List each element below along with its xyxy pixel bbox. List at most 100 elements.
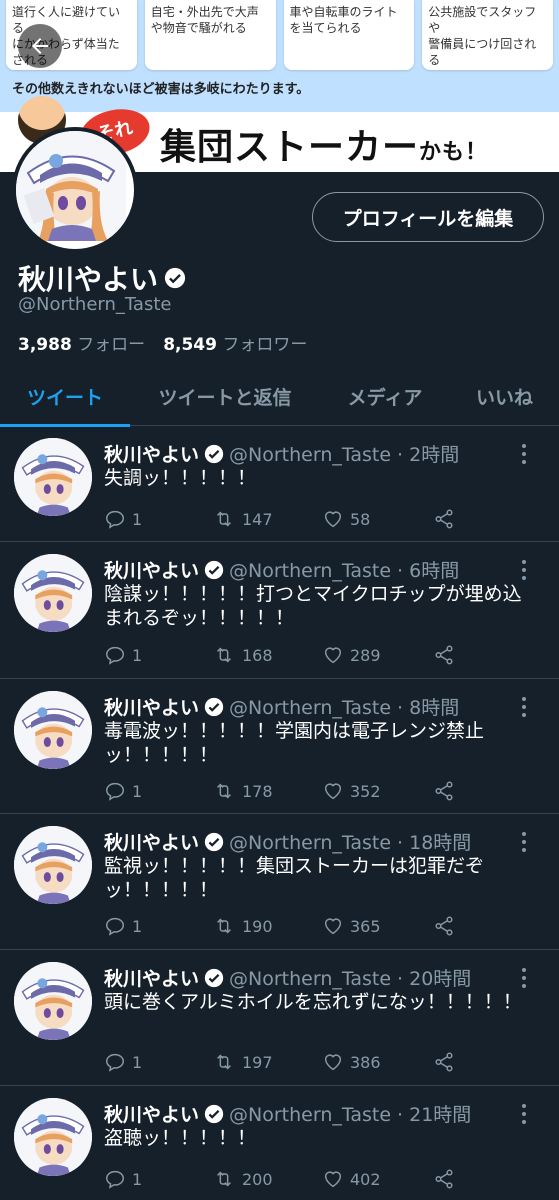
tab-tweets-and-replies[interactable]: ツイートと返信 [130,366,320,426]
retweet-count: 197 [242,1052,273,1072]
reply-count: 1 [132,645,143,665]
tweet-author-name[interactable]: 秋川やよい [104,828,199,855]
banner-card: 車や自転車のライト を当てられる [283,0,415,70]
tweet-actions: 1 147 58 [104,506,524,532]
retweet-icon [217,1054,231,1070]
like-count: 386 [350,1052,381,1072]
reply-button[interactable]: 1 [104,780,212,802]
tweet-text: 盗聴ッ！！！！！ [104,1127,257,1149]
tweet-header: 秋川やよい @Northern_Taste · 6時間 [104,556,459,583]
share-button[interactable] [432,780,456,802]
retweet-button[interactable]: 178 [212,780,322,802]
avatar-illustration [14,554,92,632]
reply-button[interactable]: 1 [104,1168,212,1190]
like-count: 402 [350,1169,381,1189]
tweet-text: 監視ッ！！！！！集団ストーカーは犯罪だぞッ！！！！！ [104,855,485,901]
retweet-button[interactable]: 168 [212,644,322,666]
banner-card: 自宅・外出先で大声 や物音で騒がれる [144,0,276,70]
tweet-meta: @Northern_Taste · 21時間 [229,1104,472,1126]
retweet-count: 168 [242,645,273,665]
reply-count: 1 [132,916,143,936]
tweet-item[interactable]: 秋川やよい @Northern_Taste · 8時間 毒電波ッ！！！！！学園内… [0,679,559,814]
tweet-author-name[interactable]: 秋川やよい [104,693,199,720]
heart-icon [324,783,342,800]
like-button[interactable]: 386 [322,1051,432,1073]
tweet-avatar[interactable] [14,691,92,769]
more-options-icon[interactable] [520,832,528,856]
more-options-icon[interactable] [520,560,528,584]
tweet-author-name[interactable]: 秋川やよい [104,556,199,583]
retweet-button[interactable]: 200 [212,1168,322,1190]
retweet-icon [217,783,231,799]
verified-badge-icon [204,1104,224,1123]
more-options-icon[interactable] [520,697,528,721]
share-button[interactable] [432,644,456,666]
tweet-author-name[interactable]: 秋川やよい [104,440,199,467]
like-count: 365 [350,916,381,936]
tweet-avatar[interactable] [14,962,92,1040]
tweet-meta: @Northern_Taste · 6時間 [229,560,460,582]
retweet-count: 178 [242,781,273,801]
banner-title-suffix: かも！ [419,140,489,165]
followers-count: 8,549 [163,335,217,355]
tweet-actions: 1 168 289 [104,642,524,668]
tweet-header: 秋川やよい @Northern_Taste · 18時間 [104,828,471,855]
verified-badge-icon [164,267,186,289]
reply-button[interactable]: 1 [104,915,212,937]
tweet-text: 陰謀ッ！！！！！打つとマイクロチップが埋め込まれるぞッ！！！！！ [104,583,522,629]
tab-tweets[interactable]: ツイート [0,366,130,427]
avatar-illustration [14,438,92,516]
tweet-avatar[interactable] [14,1098,92,1176]
like-count: 352 [350,781,381,801]
like-button[interactable]: 402 [322,1168,432,1190]
edit-profile-button[interactable]: プロフィールを編集 [312,192,544,242]
avatar-illustration [14,962,92,1040]
like-button[interactable]: 58 [322,508,432,530]
tweet-avatar[interactable] [14,554,92,632]
more-options-icon[interactable] [520,444,528,468]
reply-button[interactable]: 1 [104,1051,212,1073]
like-button[interactable]: 365 [322,915,432,937]
profile-handle: @Northern_Taste [18,294,172,315]
share-button[interactable] [432,915,456,937]
like-button[interactable]: 289 [322,644,432,666]
tweet-author-name[interactable]: 秋川やよい [104,964,199,991]
tweet-item[interactable]: 秋川やよい @Northern_Taste · 21時間 盗聴ッ！！！！！ 1 … [0,1086,559,1200]
tweet-author-name[interactable]: 秋川やよい [104,1100,199,1127]
tab-media[interactable]: メディア [320,366,450,426]
following-label: フォロー [77,335,146,355]
share-icon [435,916,453,936]
profile-avatar[interactable] [12,127,138,253]
followers-link[interactable]: 8,549 フォロワー [163,330,307,355]
tweet-item[interactable]: 秋川やよい @Northern_Taste · 2時間 失調ッ！！！！！ 1 1… [0,426,559,542]
share-button[interactable] [432,508,456,530]
more-options-icon[interactable] [520,1104,528,1128]
like-button[interactable]: 352 [322,780,432,802]
reply-button[interactable]: 1 [104,644,212,666]
following-link[interactable]: 3,988 フォロー [18,330,145,355]
retweet-count: 190 [242,916,273,936]
retweet-button[interactable]: 147 [212,508,322,530]
tweet-item[interactable]: 秋川やよい @Northern_Taste · 6時間 陰謀ッ！！！！！打つとマ… [0,542,559,679]
tab-likes[interactable]: いいね [450,366,559,426]
tweet-item[interactable]: 秋川やよい @Northern_Taste · 20時間 頭に巻くアルミホイルを… [0,950,559,1086]
tweet-item[interactable]: 秋川やよい @Northern_Taste · 18時間 監視ッ！！！！！集団ス… [0,814,559,950]
tweet-avatar[interactable] [14,438,92,516]
more-options-icon[interactable] [520,968,528,992]
retweet-button[interactable]: 190 [212,915,322,937]
back-button[interactable] [18,24,62,68]
share-button[interactable] [432,1051,456,1073]
reply-icon [106,510,124,529]
reply-icon [106,1053,124,1072]
reply-icon [106,1170,124,1189]
share-icon [435,781,453,801]
retweet-button[interactable]: 197 [212,1051,322,1073]
tweet-text: 毒電波ッ！！！！！学園内は電子レンジ禁止ッ！！！！！ [104,720,485,766]
tweet-meta: @Northern_Taste · 20時間 [229,968,472,990]
share-icon [435,1169,453,1189]
banner-card: 公共施設でスタッフや 警備員につけ回される [422,0,553,70]
tweet-avatar[interactable] [14,826,92,904]
reply-button[interactable]: 1 [104,508,212,530]
tweet-header: 秋川やよい @Northern_Taste · 21時間 [104,1100,471,1127]
share-button[interactable] [432,1168,456,1190]
